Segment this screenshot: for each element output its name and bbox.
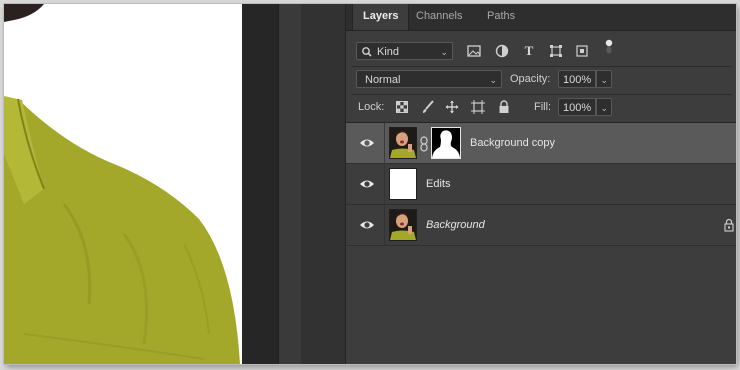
lock-image-pixels-icon[interactable] — [420, 99, 436, 115]
eye-icon[interactable] — [359, 217, 375, 233]
divider — [352, 66, 732, 67]
layer-row-background[interactable]: Background — [346, 205, 736, 246]
lock-artboard-icon[interactable] — [470, 99, 486, 115]
canvas-photo — [4, 4, 242, 364]
eye-icon[interactable] — [359, 176, 375, 192]
filter-row: Kind ⌄ T — [346, 39, 736, 61]
lock-all-icon[interactable] — [496, 99, 512, 115]
fill-dropdown-button[interactable]: ⌄ — [596, 98, 612, 116]
canvas-gutter — [242, 4, 278, 364]
search-icon — [361, 43, 373, 67]
opacity-dropdown-button[interactable]: ⌄ — [596, 70, 612, 88]
divider — [384, 205, 385, 246]
panel-dock-strip — [278, 4, 302, 364]
lock-icon — [723, 218, 735, 232]
lock-position-icon[interactable] — [444, 99, 460, 115]
chevron-down-icon: ⌄ — [600, 103, 608, 113]
layer-mask-thumbnail[interactable] — [431, 127, 461, 159]
divider — [384, 123, 385, 164]
filter-kind-select[interactable]: Kind ⌄ — [356, 42, 453, 60]
layer-name[interactable]: Background copy — [470, 123, 555, 164]
fill-value: 100% — [563, 102, 592, 114]
fill-input[interactable]: 100% — [558, 98, 596, 116]
lock-transparent-pixels-icon[interactable] — [394, 99, 410, 115]
blend-mode-value: Normal — [365, 74, 401, 86]
shape-filter-icon[interactable] — [548, 43, 564, 59]
tab-layers[interactable]: Layers — [352, 4, 410, 30]
eye-icon[interactable] — [359, 135, 375, 151]
divider — [384, 164, 385, 205]
layer-thumbnail — [389, 168, 417, 200]
layer-thumbnail — [389, 209, 417, 241]
opacity-input[interactable]: 100% — [558, 70, 596, 88]
opacity-label: Opacity: — [510, 73, 551, 85]
blend-mode-select[interactable]: Normal ⌄ — [356, 70, 502, 88]
panel-dock-gap — [301, 4, 345, 364]
filter-toggle-switch[interactable] — [601, 39, 617, 55]
photoshop-window: Layers Channels Paths Kind ⌄ T Normal ⌄ … — [4, 4, 736, 364]
filter-kind-label: Kind — [377, 46, 400, 58]
blend-row: Normal ⌄ Opacity: 100% ⌄ — [346, 70, 736, 90]
fill-label: Fill: — [534, 101, 552, 113]
layers-panel: Layers Channels Paths Kind ⌄ T Normal ⌄ … — [345, 4, 736, 364]
chevron-down-icon: ⌄ — [489, 75, 497, 85]
panel-tabs: Layers Channels Paths — [346, 4, 736, 31]
adjustment-filter-icon[interactable] — [494, 43, 510, 59]
layer-row-background-copy[interactable]: Background copy — [346, 123, 736, 164]
chevron-down-icon: ⌄ — [440, 47, 448, 57]
type-filter-icon[interactable]: T — [521, 43, 537, 59]
chevron-down-icon: ⌄ — [600, 75, 608, 85]
divider — [352, 94, 732, 95]
layer-name[interactable]: Edits — [426, 164, 450, 205]
lock-row: Lock: Fill: 100% ⌄ — [346, 98, 736, 118]
smart-object-filter-icon[interactable] — [574, 43, 590, 59]
pixel-layer-filter-icon[interactable] — [466, 43, 482, 59]
layer-thumbnail — [389, 127, 417, 159]
lock-label: Lock: — [358, 101, 385, 113]
chain-link-icon[interactable] — [420, 136, 428, 152]
document-canvas[interactable] — [4, 4, 242, 364]
tab-paths[interactable]: Paths — [477, 4, 525, 30]
tab-channels[interactable]: Channels — [406, 4, 472, 30]
layer-name[interactable]: Background — [426, 205, 485, 246]
opacity-value: 100% — [563, 74, 592, 86]
layer-row-edits[interactable]: Edits — [346, 164, 736, 205]
